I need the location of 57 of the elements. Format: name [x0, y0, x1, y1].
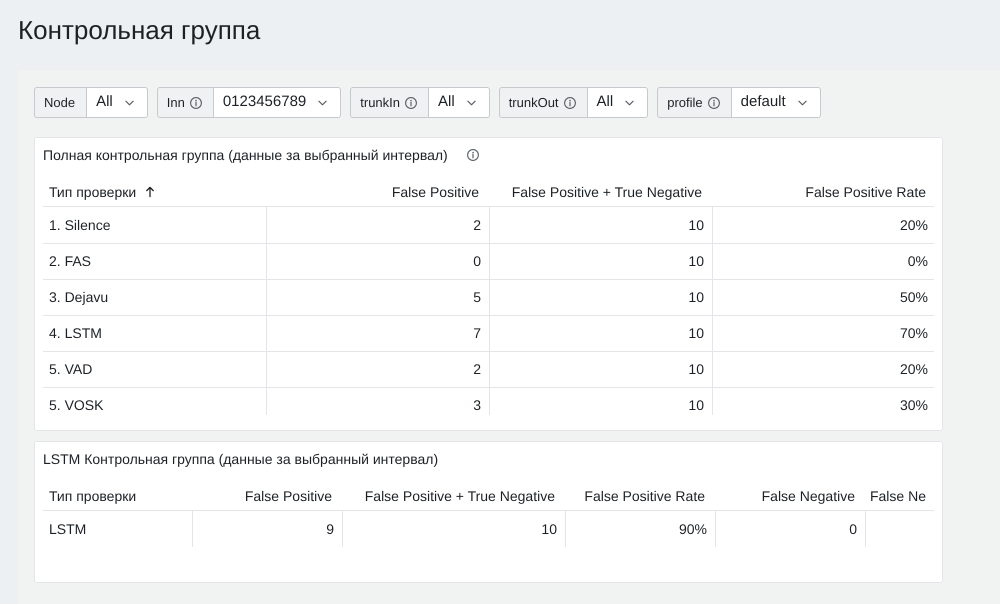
chevron-down-icon: [798, 100, 807, 106]
chevron-down-icon: [318, 100, 328, 106]
table-cell: 20%: [712, 352, 934, 387]
chevron-down-icon: [625, 100, 634, 106]
filter-label: Inn: [166, 94, 185, 110]
table-cell-text: 1. Silence: [48, 216, 112, 234]
column-header[interactable]: False Positive + True Negative: [364, 486, 555, 504]
column-header[interactable]: Тип проверки: [49, 182, 156, 200]
chevron-down-icon: [124, 100, 134, 106]
table-cell: 10: [489, 352, 712, 387]
column-header[interactable]: False Positive Rate: [805, 182, 926, 200]
column-header[interactable]: False Ne: [870, 486, 926, 504]
filter-select[interactable]: All: [588, 87, 648, 118]
table-cell: 90%: [565, 511, 715, 547]
filter-select[interactable]: 0123456789: [214, 87, 342, 118]
column-header[interactable]: False Positive: [244, 486, 332, 504]
chevron-down-icon: [466, 100, 476, 106]
table-cell: 7: [266, 316, 489, 351]
table-cell-text: LSTM: [48, 520, 88, 538]
table-cell-text: 4. LSTM: [48, 324, 103, 343]
table-cell-text: 5. VAD: [48, 360, 94, 379]
table-cell: 3: [266, 388, 489, 415]
table-cell: 20%: [712, 207, 934, 243]
filter-label: Node: [44, 94, 76, 110]
table-cell-text: 5. VOSK: [48, 396, 104, 415]
card-title: LSTM Контрольная группа (данные за выбранный интервал): [43, 450, 438, 469]
table-cell: 2: [266, 207, 489, 243]
table-cell: 0: [266, 244, 489, 279]
card-title: Полная контрольная группа (данные за выбранный интервал): [43, 146, 448, 165]
page-title: Контрольная группа: [18, 14, 260, 47]
table-cell: 0: [715, 511, 865, 547]
table-cell: 70%: [712, 316, 934, 351]
table-cell: 10: [489, 280, 712, 315]
table-cell-text: 2. FAS: [48, 252, 92, 271]
table-cell: 10: [342, 511, 565, 547]
table-cell: 10: [489, 207, 712, 243]
filter-select[interactable]: default: [732, 87, 821, 118]
table-cell: 10: [489, 388, 712, 415]
table-cell: 10: [489, 316, 712, 351]
column-header[interactable]: False Positive Rate: [584, 486, 705, 504]
table-cell: 0%: [712, 244, 934, 279]
column-header[interactable]: False Positive + True Negative: [512, 182, 702, 200]
column-header[interactable]: False Negative: [762, 486, 855, 504]
filter-label: trunkOut: [508, 94, 559, 110]
table-cell: 30%: [712, 388, 934, 415]
table-cell: 5: [266, 280, 489, 315]
table-cell: 10: [489, 244, 712, 279]
table-cell-text: 3. Dejavu: [48, 288, 110, 307]
filter-select[interactable]: All: [87, 87, 148, 118]
column-header[interactable]: Тип проверки: [49, 486, 136, 504]
filter-label: trunkIn: [360, 94, 400, 110]
column-header[interactable]: False Positive: [392, 182, 479, 200]
filter-label: profile: [667, 94, 703, 110]
filter-select[interactable]: All: [429, 87, 490, 118]
table-cell: 50%: [712, 280, 934, 315]
table-cell: 2: [266, 352, 489, 387]
table-cell: 9: [192, 511, 342, 547]
